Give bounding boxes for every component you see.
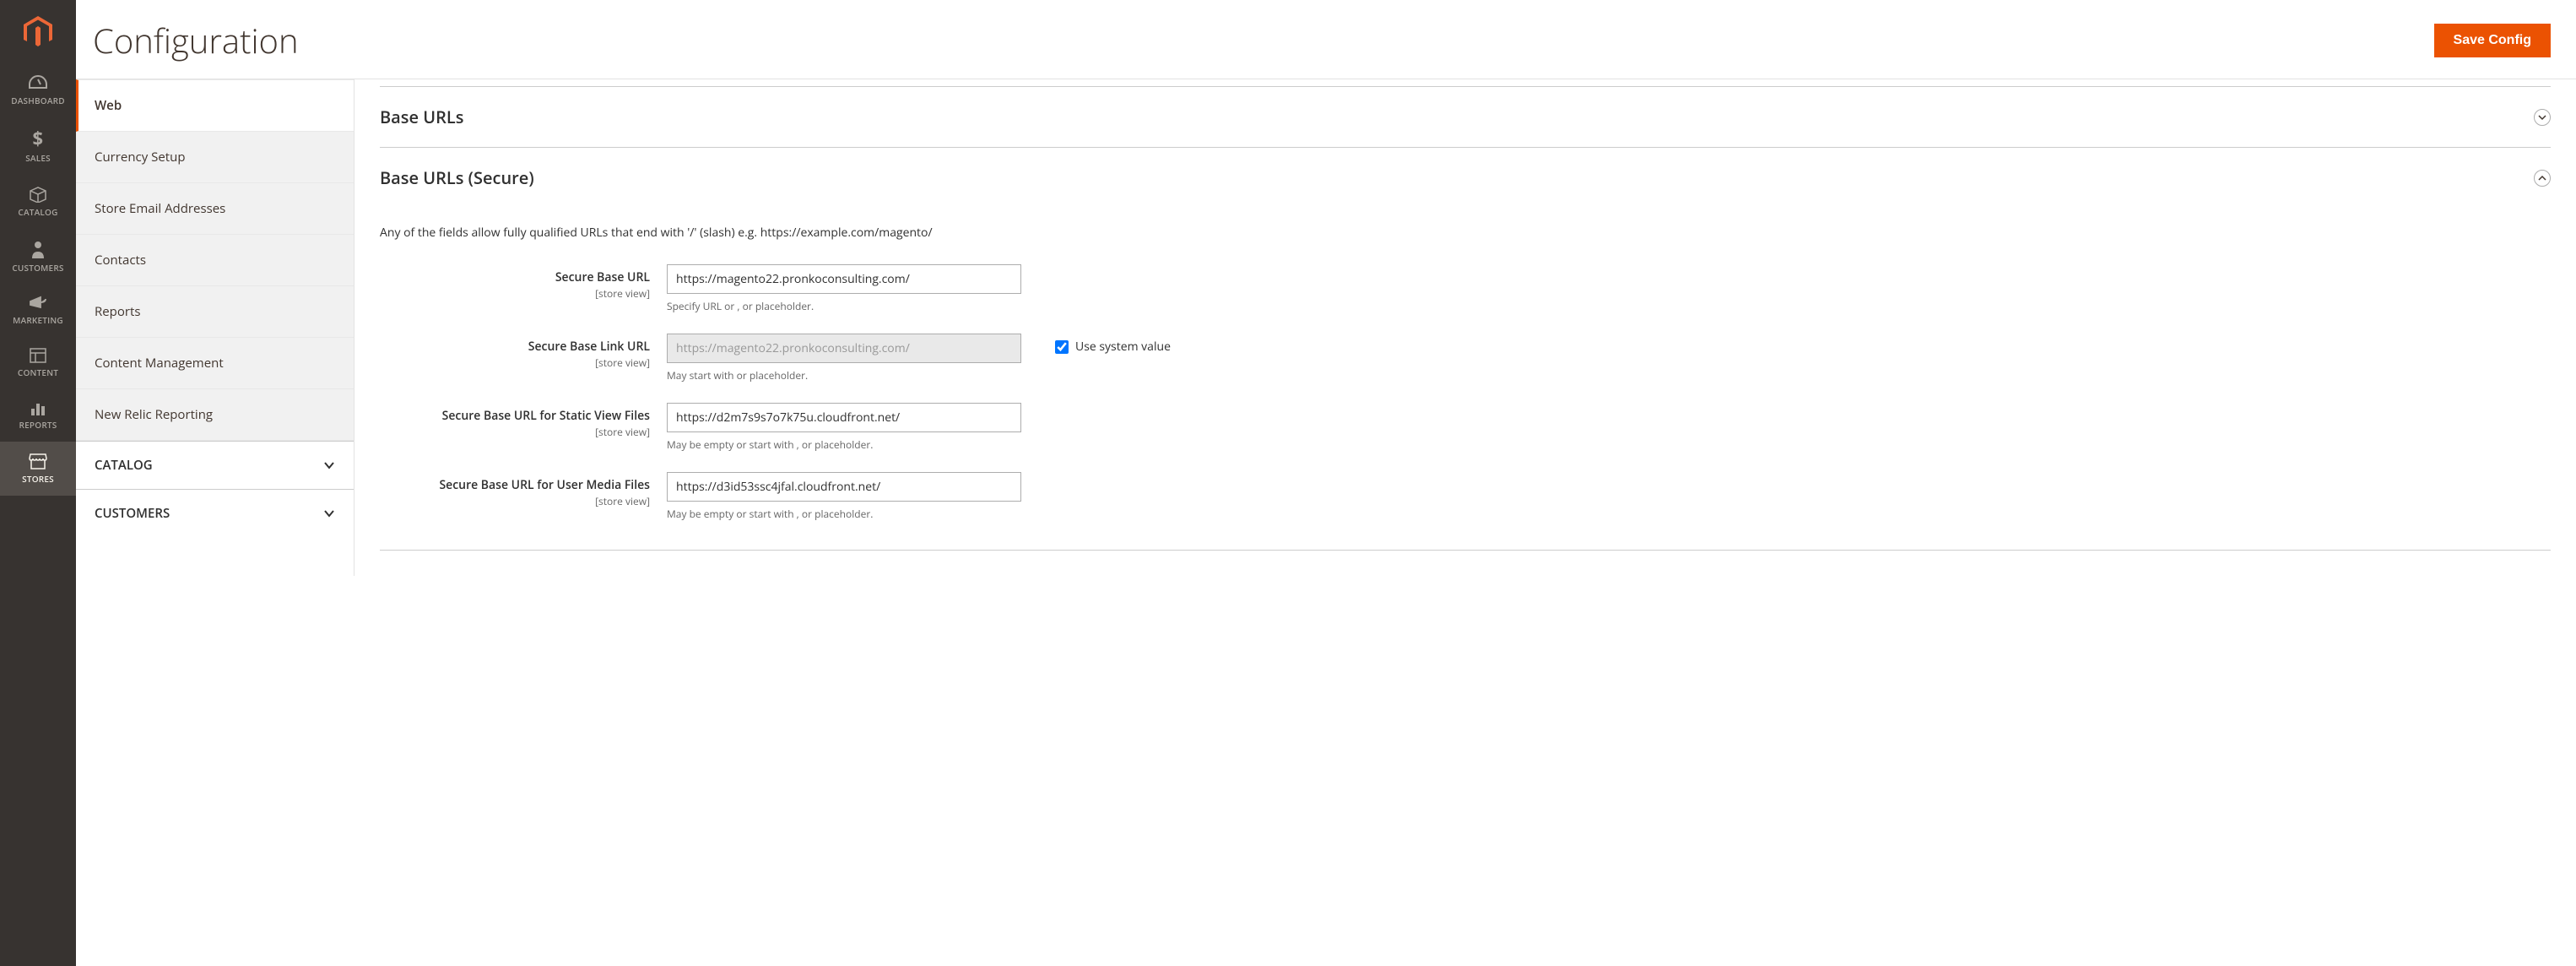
page-title: Configuration (93, 17, 299, 63)
scope-label: [store view] (380, 286, 650, 301)
config-tabs-sidebar: Web Currency Setup Store Email Addresses… (76, 79, 354, 576)
tab-group-customers-label: CUSTOMERS (95, 505, 170, 522)
secure-base-static-input[interactable] (667, 403, 1021, 432)
section-base-urls-header[interactable]: Base URLs (380, 86, 2551, 148)
tab-group-catalog[interactable]: CATALOG (76, 441, 354, 489)
tab-group-catalog-label: CATALOG (95, 457, 153, 474)
tab-web[interactable]: Web (76, 79, 354, 132)
svg-text:$: $ (33, 128, 44, 149)
secure-base-url-input[interactable] (667, 264, 1021, 294)
tab-store-emails[interactable]: Store Email Addresses (76, 183, 354, 235)
chevron-down-icon (323, 509, 335, 518)
secure-base-url-hint: Specify URL or , or placeholder. (667, 299, 1021, 313)
dollar-icon: $ (30, 128, 46, 149)
scope-label: [store view] (380, 355, 650, 370)
field-secure-base-static: Secure Base URL for Static View Files [s… (380, 403, 2551, 452)
field-secure-base-media: Secure Base URL for User Media Files [st… (380, 472, 2551, 521)
nav-dashboard[interactable]: DASHBOARD (0, 63, 76, 117)
section-desc: Any of the fields allow fully qualified … (380, 225, 2551, 241)
nav-marketing-label: MARKETING (13, 314, 63, 326)
scope-label: [store view] (380, 425, 650, 439)
collapse-icon (2534, 170, 2551, 187)
save-config-button[interactable]: Save Config (2434, 24, 2551, 57)
secure-base-static-label: Secure Base URL for Static View Files (442, 408, 650, 424)
magento-logo[interactable] (0, 0, 76, 63)
field-secure-base-url: Secure Base URL [store view] Specify URL… (380, 264, 2551, 313)
nav-content[interactable]: CONTENT (0, 337, 76, 389)
field-secure-base-link-url: Secure Base Link URL [store view] May st… (380, 334, 2551, 383)
secure-base-media-label: Secure Base URL for User Media Files (439, 477, 650, 493)
layout-icon (30, 348, 46, 363)
nav-marketing[interactable]: MARKETING (0, 285, 76, 337)
tab-content-management[interactable]: Content Management (76, 338, 354, 389)
secure-base-static-hint: May be empty or start with , or placehol… (667, 437, 1021, 452)
nav-reports[interactable]: REPORTS (0, 389, 76, 442)
section-base-urls-secure-header[interactable]: Base URLs (Secure) (380, 148, 2551, 208)
secure-base-media-input[interactable] (667, 472, 1021, 502)
box-icon (29, 186, 47, 203)
nav-catalog[interactable]: CATALOG (0, 175, 76, 229)
section-base-urls-secure-title: Base URLs (Secure) (380, 166, 534, 189)
tab-currency-setup[interactable]: Currency Setup (76, 132, 354, 183)
nav-sales[interactable]: $ SALES (0, 117, 76, 175)
secure-base-link-url-hint: May start with or placeholder. (667, 368, 1021, 383)
nav-stores-label: STORES (22, 473, 54, 485)
nav-catalog-label: CATALOG (18, 206, 57, 218)
bars-icon (30, 400, 46, 415)
nav-customers[interactable]: CUSTOMERS (0, 229, 76, 285)
section-base-urls-title: Base URLs (380, 106, 463, 128)
store-icon (29, 453, 47, 469)
page-header: Configuration Save Config (76, 0, 2576, 79)
tab-group-customers[interactable]: CUSTOMERS (76, 489, 354, 537)
dashboard-icon (28, 74, 48, 91)
tab-new-relic[interactable]: New Relic Reporting (76, 389, 354, 441)
nav-content-label: CONTENT (18, 366, 58, 378)
expand-icon (2534, 109, 2551, 126)
scope-label: [store view] (380, 494, 650, 508)
secure-base-link-url-input (667, 334, 1021, 363)
tab-contacts[interactable]: Contacts (76, 235, 354, 286)
megaphone-icon (29, 296, 47, 311)
secure-base-url-label: Secure Base URL (555, 269, 650, 285)
secure-base-link-url-label: Secure Base Link URL (528, 339, 650, 355)
nav-customers-label: CUSTOMERS (12, 262, 63, 274)
nav-sales-label: SALES (25, 152, 51, 164)
chevron-down-icon (323, 461, 335, 469)
secure-base-media-hint: May be empty or start with , or placehol… (667, 507, 1021, 521)
tab-reports[interactable]: Reports (76, 286, 354, 338)
nav-reports-label: REPORTS (19, 419, 57, 431)
use-system-value-checkbox[interactable] (1055, 340, 1069, 354)
section-base-urls-secure-body: Any of the fields allow fully qualified … (380, 208, 2551, 551)
nav-dashboard-label: DASHBOARD (11, 95, 65, 106)
person-icon (30, 240, 46, 258)
magento-logo-icon (24, 16, 52, 48)
nav-stores[interactable]: STORES (0, 442, 76, 496)
admin-sidebar: DASHBOARD $ SALES CATALOG CUSTOMERS MARK… (0, 0, 76, 966)
use-system-value-label[interactable]: Use system value (1075, 339, 1171, 355)
config-main: Base URLs Base URLs (Secure) Any of the … (354, 79, 2576, 576)
